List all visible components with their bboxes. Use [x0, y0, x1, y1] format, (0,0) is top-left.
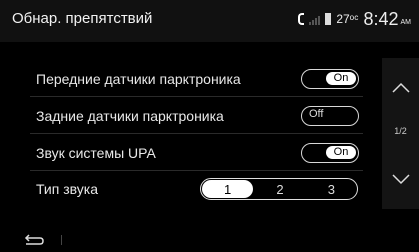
- upa-sound-label: Звук системы UPA: [36, 145, 156, 161]
- scroll-down-button[interactable]: [382, 149, 419, 209]
- rear-sensors-state: Off: [309, 108, 324, 120]
- clock-time: 8:42: [363, 8, 399, 29]
- header-bar: Обнар. препятствий 27ᵒᶜ 8:42 AM: [0, 0, 419, 42]
- divider: [30, 170, 363, 171]
- sound-type-label: Тип звука: [36, 181, 98, 197]
- divider: [30, 96, 363, 97]
- sound-type-option-2[interactable]: 2: [254, 179, 305, 199]
- phone-icon: [298, 13, 305, 25]
- signal-icon: [309, 13, 321, 25]
- scroll-up-button[interactable]: [382, 58, 419, 118]
- upa-sound-state: On: [326, 146, 356, 159]
- upa-sound-toggle[interactable]: On: [301, 143, 359, 163]
- front-sensors-label: Передние датчики парктроника: [36, 71, 241, 87]
- front-sensors-toggle[interactable]: On: [301, 69, 359, 89]
- divider: [30, 133, 363, 134]
- sound-type-option-3[interactable]: 3: [306, 179, 357, 199]
- chevron-down-icon: [391, 174, 410, 185]
- status-area: 27ᵒᶜ 8:42 AM: [298, 8, 411, 30]
- rear-sensors-label: Задние датчики парктроника: [36, 108, 224, 124]
- front-sensors-state: On: [326, 72, 356, 85]
- sound-type-selector: 1 2 3: [200, 178, 358, 200]
- back-arrow-icon[interactable]: [22, 234, 46, 248]
- temperature: 27ᵒᶜ: [336, 12, 359, 26]
- footer-divider: [61, 235, 62, 245]
- rear-sensors-toggle[interactable]: Off: [301, 106, 359, 126]
- page-indicator: 1/2: [394, 126, 407, 136]
- scroll-panel: 1/2: [382, 58, 419, 209]
- sound-type-option-1[interactable]: 1: [202, 180, 254, 198]
- chevron-up-icon: [391, 82, 410, 93]
- battery-icon: [325, 13, 332, 25]
- footer-bar: [0, 228, 419, 252]
- page-title: Обнар. препятствий: [12, 10, 153, 27]
- clock-ampm: AM: [400, 19, 412, 26]
